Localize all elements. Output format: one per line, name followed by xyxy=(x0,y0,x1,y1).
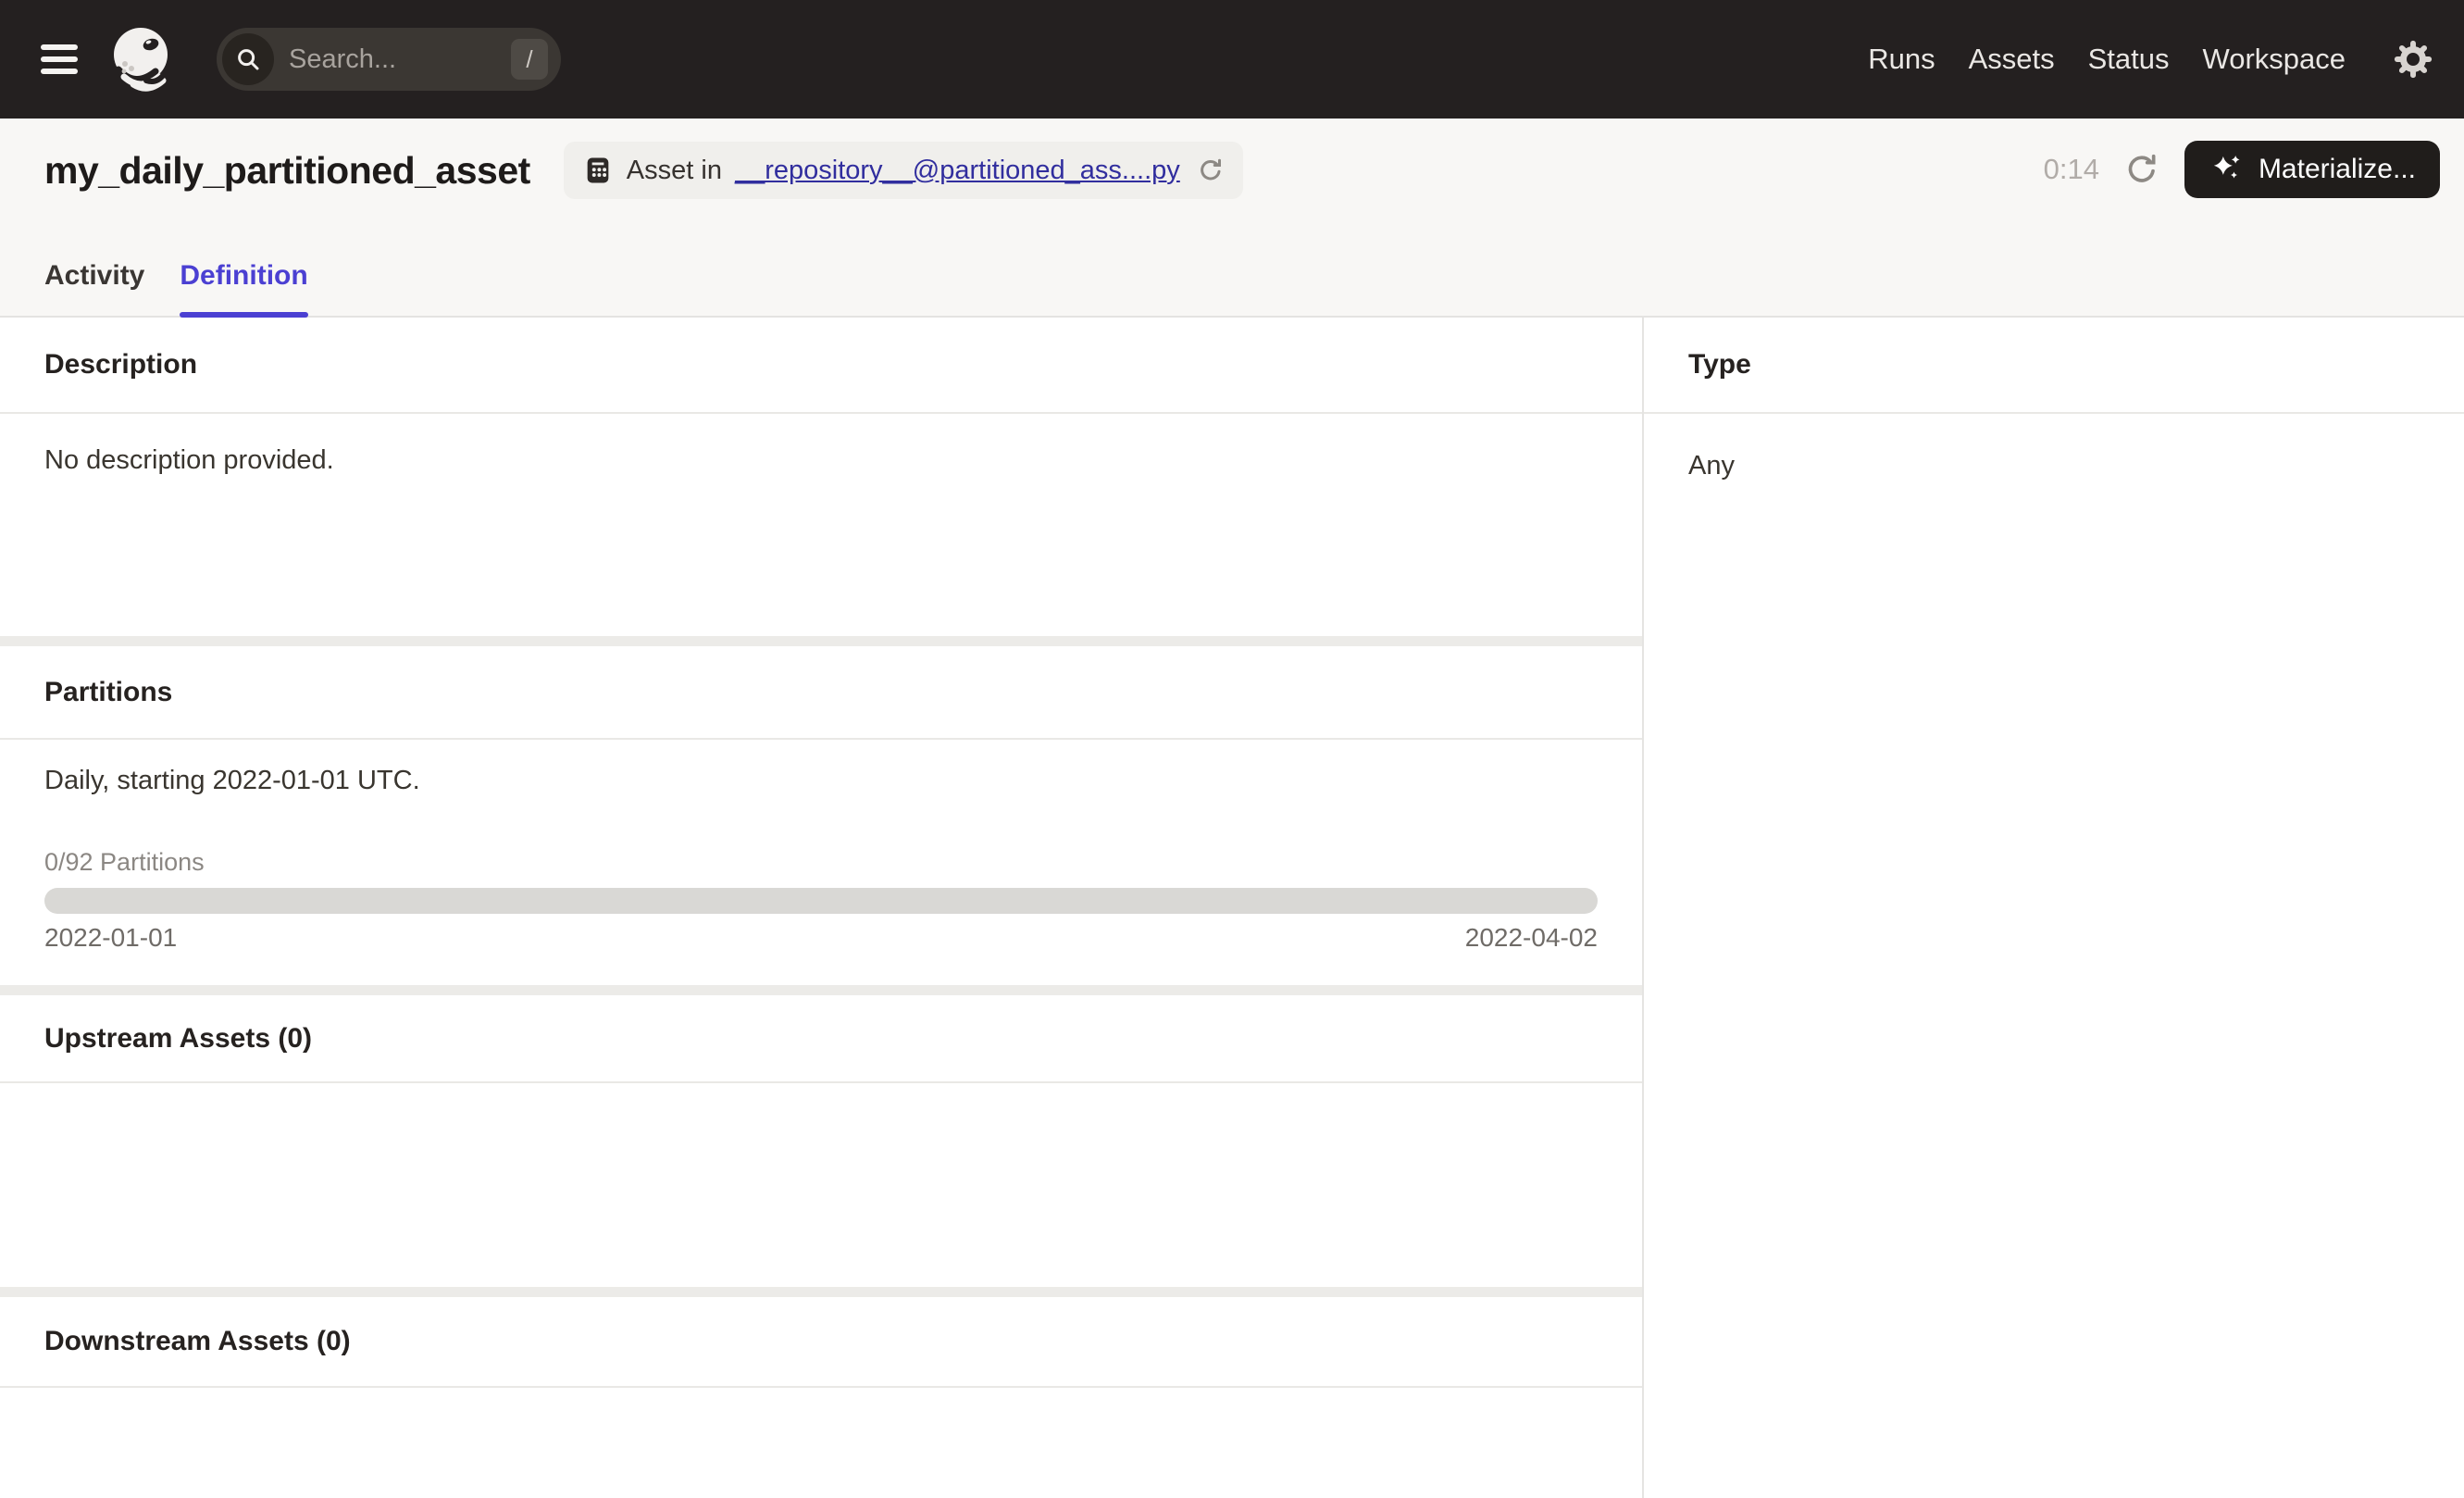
partitions-progress-bar xyxy=(44,888,1598,914)
partitions-summary: Daily, starting 2022-01-01 UTC. xyxy=(44,766,420,795)
partitions-section-heading: Partitions xyxy=(0,646,1642,740)
page-title: my_daily_partitioned_asset xyxy=(44,148,530,192)
nav-link-runs[interactable]: Runs xyxy=(1868,43,1935,76)
materialize-button-label: Materialize... xyxy=(2258,154,2416,184)
refresh-countdown: 0:14 xyxy=(2043,153,2099,185)
hamburger-menu-icon[interactable] xyxy=(41,44,78,74)
nav-link-assets[interactable]: Assets xyxy=(1969,43,2055,76)
section-gap xyxy=(0,636,1642,646)
nav-link-workspace[interactable]: Workspace xyxy=(2203,43,2346,76)
downstream-assets-body xyxy=(0,1388,1642,1498)
asset-badge-prefix: Asset in xyxy=(626,155,722,185)
tab-bar: Activity Definition xyxy=(44,260,308,318)
partitions-section-body: Daily, starting 2022-01-01 UTC. 0/92 Par… xyxy=(0,740,1642,985)
tab-activity[interactable]: Activity xyxy=(44,260,144,316)
main-content: Description No description provided. Par… xyxy=(0,318,2464,1498)
section-gap xyxy=(0,1287,1642,1297)
description-section-heading: Description xyxy=(0,318,1642,414)
search-shortcut-key: / xyxy=(511,39,548,80)
downstream-assets-heading: Downstream Assets (0) xyxy=(0,1297,1642,1388)
navbar-links: Runs Assets Status Workspace xyxy=(1868,40,2433,79)
search-input[interactable] xyxy=(289,44,511,75)
sparkles-icon xyxy=(2213,156,2240,179)
asset-repository-link[interactable]: __repository__@partitioned_ass....py xyxy=(735,156,1180,186)
partitions-progress-label: 0/92 Partitions xyxy=(44,848,205,876)
materialize-button[interactable]: Materialize... xyxy=(2184,141,2440,198)
tab-definition-label: Definition xyxy=(180,260,308,291)
partition-range-start: 2022-01-01 xyxy=(44,923,178,952)
search-icon xyxy=(222,33,274,85)
upstream-assets-body xyxy=(0,1083,1642,1287)
partitions-date-range: 2022-01-01 2022-04-02 xyxy=(44,923,1598,953)
section-gap xyxy=(0,985,1642,995)
description-empty-text: No description provided. xyxy=(0,414,1642,636)
repository-icon xyxy=(587,157,609,183)
left-column: Description No description provided. Par… xyxy=(0,318,1642,1498)
gear-icon[interactable] xyxy=(2394,40,2433,79)
upstream-assets-heading: Upstream Assets (0) xyxy=(0,995,1642,1083)
type-section-heading: Type xyxy=(1644,318,2464,414)
partition-range-end: 2022-04-02 xyxy=(1464,923,1598,952)
dagster-logo[interactable] xyxy=(107,23,180,95)
right-column: Type Any xyxy=(1644,318,2464,1498)
badge-reload-icon[interactable] xyxy=(1197,156,1225,184)
refresh-icon[interactable] xyxy=(2123,151,2160,188)
top-navbar: / Runs Assets Status Workspace xyxy=(0,0,2464,119)
asset-origin-badge: Asset in __repository__@partitioned_ass.… xyxy=(563,142,1243,199)
page-header: my_daily_partitioned_asset Asset in __re… xyxy=(0,119,2464,318)
header-actions: 0:14 Materialize... xyxy=(2044,141,2440,198)
type-value: Any xyxy=(1688,451,1735,481)
nav-link-status[interactable]: Status xyxy=(2088,43,2170,76)
search-bar: / xyxy=(217,28,561,91)
tab-activity-label: Activity xyxy=(44,260,145,291)
tab-definition[interactable]: Definition xyxy=(180,260,308,318)
